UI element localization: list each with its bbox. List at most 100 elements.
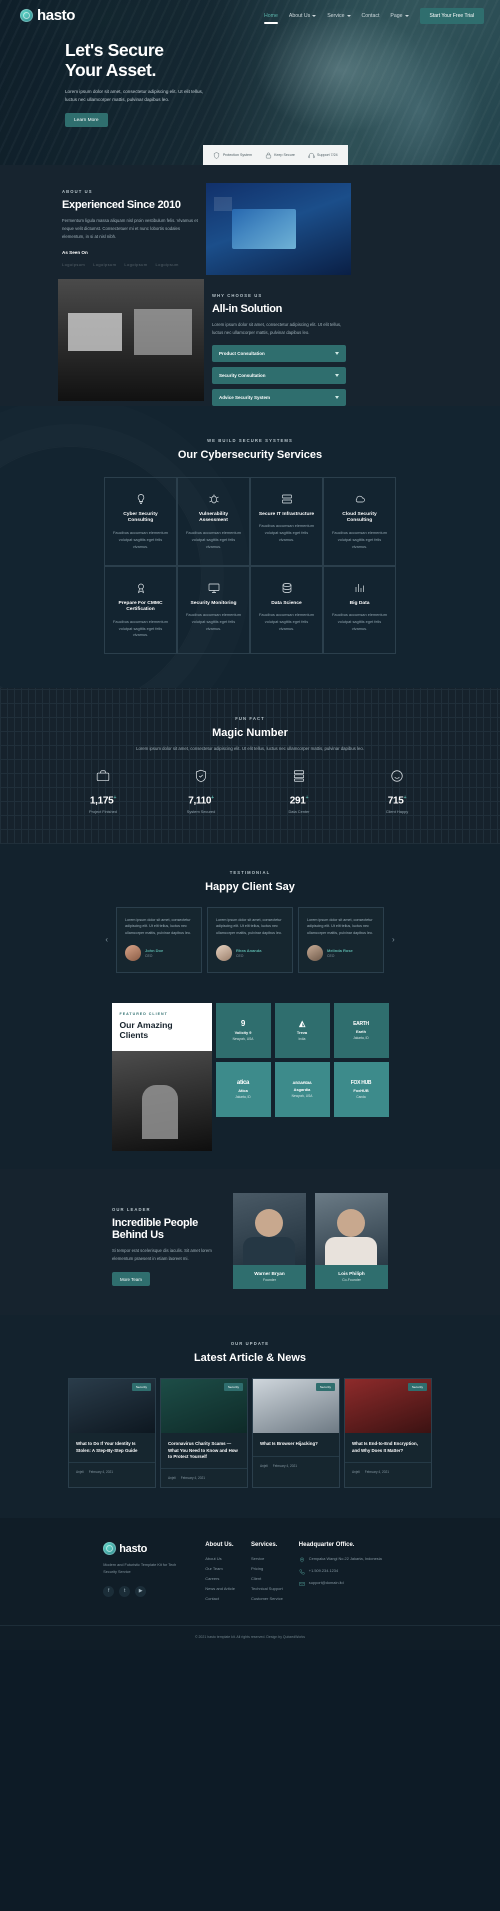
footer-link-careers[interactable]: Careers <box>205 1576 235 1581</box>
chevron-down-icon <box>312 14 317 17</box>
feature-protection-system[interactable]: Protection System <box>213 151 252 159</box>
client-location: India <box>298 1037 306 1042</box>
client-cell-atica[interactable]: atica Atica Jakarta, ID <box>215 1061 271 1117</box>
footer-link-technical-support[interactable]: Technical Support <box>251 1586 283 1591</box>
twitter-icon[interactable]: t <box>119 1585 131 1597</box>
client-name: FoxHUB <box>353 1087 369 1093</box>
testimonial-name: John Doe <box>145 947 164 953</box>
footer-email[interactable]: support@domain.ltd <box>299 1580 397 1587</box>
member-role: Co-Founder <box>342 1278 361 1283</box>
footer-link-news-and-article[interactable]: News and Article <box>205 1586 235 1591</box>
service-card-big-data[interactable]: Big Data Faucibus accumsan elementum vol… <box>323 565 396 655</box>
about-section: ABOUT US Experienced Since 2010 Fermentu… <box>0 165 500 406</box>
footer-link-pricing[interactable]: Pricing <box>251 1566 283 1571</box>
accordion-security-consultation[interactable]: Security Consultation <box>212 366 346 384</box>
carousel-prev-button[interactable]: ‹ <box>102 935 111 944</box>
service-card-vulnerability-assessment[interactable]: Vulnerability Assessment Faucibus accums… <box>177 476 250 566</box>
footer-logo[interactable]: hasto <box>103 1542 189 1556</box>
member-photo <box>315 1193 388 1266</box>
about-paragraph: Fermentum ligula massa aliquam nisl proi… <box>62 218 198 239</box>
service-card-prepare-for-cmmc-certification[interactable]: Prepare For CMMC Certification Faucibus … <box>104 565 177 655</box>
article-card[interactable]: Security Coronavirus Charity Scams — Wha… <box>160 1378 248 1489</box>
article-title: What Is Browser Hijacking? <box>260 1441 318 1447</box>
hero-content: Let's Secure Your Asset. Lorem ipsum dol… <box>0 24 500 128</box>
footer-link-about-us[interactable]: About Us <box>205 1556 235 1561</box>
team-title-line2: Behind Us <box>112 1229 164 1242</box>
client-location: Newyork, USA <box>291 1094 313 1099</box>
phone-icon <box>299 1569 305 1575</box>
client-cell-foxhub[interactable]: FOX HUB FoxHUB Canda <box>333 1061 389 1117</box>
service-card-security-monitoring[interactable]: Security Monitoring Faucibus accumsan el… <box>177 565 250 655</box>
chevron-down-icon <box>346 14 351 17</box>
client-cell-volicity-9[interactable]: 9 Volicity 9 Newyork, USA <box>215 1002 271 1058</box>
footer-link-our-team[interactable]: Our Team <box>205 1566 235 1571</box>
more-team-button[interactable]: More Team <box>112 1272 150 1287</box>
service-card-data-science[interactable]: Data Science Faucibus accumsan elementum… <box>250 565 323 655</box>
start-free-trial-button[interactable]: Start Your Free Trial <box>419 7 484 24</box>
article-author: Anjeli <box>260 1463 268 1468</box>
stat-suffix: + <box>305 795 309 802</box>
footer-link-service[interactable]: Service <box>251 1556 283 1561</box>
footer-copyright: © 2021 hasto template kit. All rights re… <box>0 1625 500 1650</box>
client-cell-asgardia[interactable]: ASGARDIA Asgardia Newyork, USA <box>274 1061 330 1117</box>
footer-phone[interactable]: +1.509.234.1234 <box>299 1568 397 1575</box>
why-paragraph: Lorem ipsum dolor sit amet, consectetur … <box>212 322 342 335</box>
youtube-icon[interactable]: ▶ <box>135 1585 147 1597</box>
clients-logo-grid: 9 Volicity 9 Newyork, USA ◭ Treva India … <box>215 1002 389 1152</box>
feature-label: Keep Secure <box>274 153 295 157</box>
feature-support-724[interactable]: Support 7/24 <box>307 152 338 159</box>
article-card[interactable]: Security What Is End-to-End Encryption, … <box>344 1378 432 1489</box>
as-seen-on-logos: Logoipsum Logoipsum Logoipsum Logoipsum <box>62 262 202 267</box>
hero-paragraph: Lorem ipsum dolor sit amet, consectetur … <box>65 89 204 103</box>
service-card-cyber-security-consulting[interactable]: Cyber Security Consulting Faucibus accum… <box>104 476 177 566</box>
client-cell-treva[interactable]: ◭ Treva India <box>274 1002 330 1058</box>
partner-logo: Logoipsum <box>155 261 179 267</box>
accordion-advice-security-system[interactable]: Advice Security System <box>212 388 346 406</box>
bug-icon <box>208 494 219 504</box>
nav-item-home[interactable]: Home <box>264 13 278 24</box>
footer-link-customer-service[interactable]: Customer Service <box>251 1596 283 1601</box>
service-card-cloud-security-consulting[interactable]: Cloud Security Consulting Faucibus accum… <box>323 476 396 566</box>
article-tag: Security <box>223 1383 243 1392</box>
nav-item-contact[interactable]: Contact <box>362 13 380 19</box>
article-thumbnail: Security <box>345 1379 431 1434</box>
member-role: Founder <box>262 1278 277 1283</box>
team-member-card[interactable]: Warner Bryan Founder <box>233 1193 306 1290</box>
footer-link-client[interactable]: Client <box>251 1576 283 1581</box>
logo-text: hasto <box>37 7 76 24</box>
learn-more-button[interactable]: Learn More <box>65 113 108 128</box>
testimonial-quote: Lorem ipsum dolor sit amet, consectetur … <box>307 917 373 935</box>
article-author: Anjeli <box>76 1469 84 1474</box>
footer-logo-text: hasto <box>119 1542 148 1555</box>
nav-item-page[interactable]: Page <box>390 13 409 19</box>
feature-keep-secure[interactable]: Keep Secure <box>265 152 295 159</box>
article-card[interactable]: Security What Is Browser Hijacking? Anje… <box>252 1378 340 1489</box>
site-logo[interactable]: hasto <box>20 7 75 24</box>
partner-logo: Logoipsum <box>124 261 148 267</box>
avatar <box>216 944 232 961</box>
client-logo: FOX HUB <box>350 1079 372 1086</box>
stats-eyebrow: FUN FACT <box>235 716 265 722</box>
footer-services-heading: Services. <box>251 1542 278 1549</box>
footer-link-contact[interactable]: Contact <box>205 1596 235 1601</box>
article-author: Anjeli <box>168 1476 176 1481</box>
nav-item-about-us[interactable]: About Us <box>289 13 317 19</box>
team-member-card[interactable]: Lois Philiph Co-Founder <box>315 1193 388 1290</box>
address-text: Cempaka Wangi No.22 Jakarta, Indonesia <box>308 1556 382 1562</box>
nav-item-service[interactable]: Service <box>327 13 351 19</box>
client-cell-earth[interactable]: EARTH Earth Jakarta, ID <box>333 1002 389 1058</box>
service-desc: Faucibus accumsan elementum volutpat sag… <box>186 612 241 631</box>
accordion-product-consultation[interactable]: Product Consultation <box>212 344 346 362</box>
service-card-secure-it-infrastructure[interactable]: Secure IT Infrastructure Faucibus accums… <box>250 476 323 566</box>
testimonial-quote: Lorem ipsum dolor sit amet, consectetur … <box>216 917 282 935</box>
article-date: February 4, 2021 <box>88 1469 114 1474</box>
about-title: Experienced Since 2010 <box>62 199 181 211</box>
facebook-icon[interactable]: f <box>103 1585 115 1597</box>
services-section: WE BUILD SECURE SYSTEMS Our Cybersecurit… <box>0 405 500 689</box>
feature-label: Protection System <box>222 153 252 157</box>
service-desc: Faucibus accumsan elementum volutpat sag… <box>332 530 387 549</box>
client-logo: 9 <box>240 1019 246 1029</box>
client-name: Volicity 9 <box>234 1030 252 1036</box>
article-card[interactable]: Security What to Do If Your Identity Is … <box>68 1378 156 1489</box>
carousel-next-button[interactable]: › <box>389 935 398 944</box>
